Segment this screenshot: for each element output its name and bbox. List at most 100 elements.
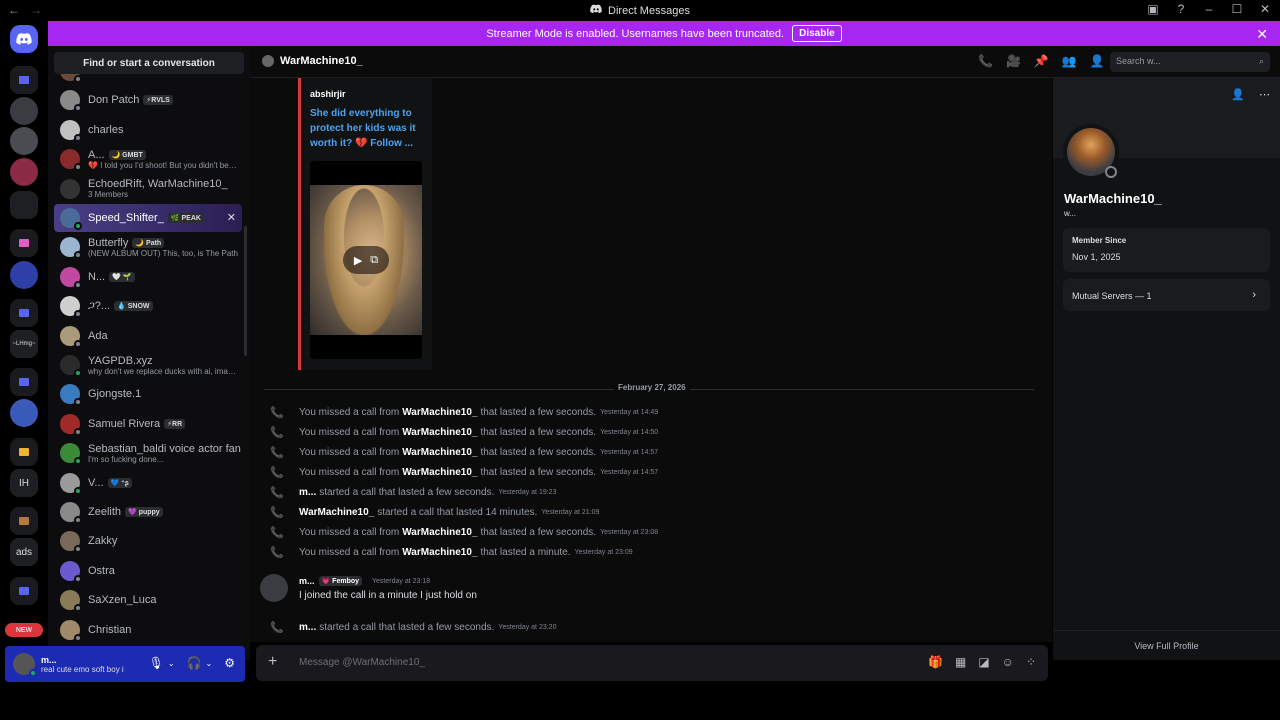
call-user[interactable]: m... [299, 622, 316, 633]
message-input[interactable]: Message @WarMachine10_ [299, 657, 425, 668]
inbox-icon[interactable]: ▣ [1146, 2, 1160, 16]
server-icon-text[interactable]: ads [10, 538, 38, 566]
server-folder-icon[interactable] [10, 299, 38, 327]
call-user[interactable]: WarMachine10_ [402, 407, 477, 418]
server-folder-icon[interactable] [10, 507, 38, 535]
chevron-down-icon[interactable]: ⌄ [206, 659, 213, 670]
server-folder-icon[interactable] [10, 66, 38, 94]
server-icon[interactable] [10, 158, 38, 186]
search-input[interactable]: Search w... ⌕ [1110, 52, 1270, 72]
call-user[interactable]: WarMachine10_ [299, 507, 374, 518]
dm-item[interactable]: Zakky [54, 527, 242, 555]
disable-button[interactable]: Disable [792, 25, 842, 42]
server-icon[interactable] [10, 97, 38, 125]
call-user[interactable]: WarMachine10_ [402, 527, 477, 538]
new-badge[interactable]: NEW [5, 623, 43, 637]
upload-plus-icon[interactable]: + [268, 653, 277, 671]
microphone-icon[interactable]: 🎙 [149, 656, 164, 670]
chat-header-tools: 📞 🎥 📌 👥 👤 [978, 54, 1105, 68]
chat-recipient[interactable]: WarMachine10_ [262, 55, 363, 67]
chevron-down-icon[interactable]: ⌄ [168, 659, 175, 670]
user-avatar[interactable] [13, 653, 37, 677]
dm-name: Christian [88, 624, 131, 636]
maximize-button[interactable]: ☐ [1230, 2, 1244, 16]
view-full-profile-button[interactable]: View Full Profile [1053, 630, 1280, 660]
gif-icon[interactable]: ▦ [955, 655, 966, 669]
dm-item[interactable]: Gjongste.1 [54, 380, 242, 408]
dm-item[interactable]: Sebastian_baldi voice actor fan I'm so fu… [54, 439, 242, 467]
video-controls[interactable]: ▶ ⧉ [343, 246, 389, 274]
server-icon[interactable] [10, 399, 38, 427]
offline-status-icon [74, 133, 82, 142]
emoji-icon[interactable]: ☺ [1002, 655, 1014, 669]
dm-item[interactable]: V... 💙 ⁺ʂ [54, 469, 242, 497]
dm-item[interactable]: Ada [54, 322, 242, 350]
dm-avatar [60, 266, 82, 289]
dm-item[interactable]: Zeelith 💜 puppy [54, 498, 242, 526]
server-icon-text[interactable] [10, 191, 38, 219]
play-icon[interactable]: ▶ [354, 254, 362, 267]
pin-icon[interactable]: 📌 [1034, 54, 1049, 68]
call-timestamp: Yesterday at 14:49 [600, 408, 659, 416]
open-external-icon[interactable]: ⧉ [370, 254, 378, 267]
direct-messages-home-button[interactable] [10, 25, 38, 53]
embed-video-thumbnail[interactable]: ▶ ⧉ [310, 161, 422, 359]
call-user[interactable]: WarMachine10_ [402, 547, 477, 558]
call-user[interactable]: WarMachine10_ [402, 467, 477, 478]
dm-item[interactable]: Christian [54, 616, 242, 644]
headphones-icon[interactable]: 🎧 [187, 656, 202, 670]
video-call-icon[interactable]: 🎥 [1006, 54, 1021, 68]
sticker-icon[interactable]: ◪ [978, 655, 989, 669]
mutual-servers-row[interactable]: Mutual Servers — 1 › [1063, 279, 1270, 311]
call-user[interactable]: WarMachine10_ [402, 447, 477, 458]
minimize-button[interactable]: – [1202, 2, 1216, 16]
user-profile-icon[interactable]: 👤 [1090, 54, 1105, 68]
message-avatar[interactable] [260, 574, 288, 602]
close-window-button[interactable]: ✕ [1258, 2, 1272, 16]
dm-item[interactable]: Ostra [54, 557, 242, 585]
find-conversation-button[interactable]: Find or start a conversation [54, 52, 244, 74]
dm-item[interactable]: A... 🌙 GMBT 💔 I told you I'd shoot! But yo… [54, 145, 242, 173]
dm-item[interactable]: ጋ?... 💧 SNOW [54, 292, 242, 320]
server-icon[interactable] [10, 127, 38, 155]
server-folder-icon[interactable] [10, 438, 38, 466]
dm-item[interactable]: N... 🤍 🌱 [54, 263, 242, 291]
embed-author[interactable]: abshirjir [310, 89, 346, 99]
dm-item[interactable]: Butterfly 🌙 Path (NEW ALBUM OUT) This, too… [54, 233, 242, 261]
close-dm-icon[interactable]: ✕ [227, 211, 236, 224]
dm-item[interactable]: Don Patch ⚡RVLS [54, 86, 242, 114]
server-icon[interactable] [10, 261, 38, 289]
dm-item[interactable]: charles [54, 116, 242, 144]
dm-scrollbar[interactable] [244, 226, 247, 356]
server-folder-icon[interactable] [10, 368, 38, 396]
message-author[interactable]: m... [299, 576, 315, 586]
dm-avatar [60, 296, 82, 319]
embed-title[interactable]: She did everything to protect her kids w… [310, 106, 426, 151]
close-icon[interactable]: ✕ [1256, 26, 1268, 43]
server-folder-icon[interactable] [10, 229, 38, 257]
more-options-icon[interactable]: ⋯ [1259, 88, 1270, 101]
dm-avatar [60, 178, 80, 199]
server-folder-icon[interactable] [10, 577, 38, 605]
call-user[interactable]: WarMachine10_ [402, 427, 477, 438]
server-tag-badge: 💧 SNOW [114, 301, 153, 312]
server-icon-text[interactable]: IH [10, 469, 38, 497]
profile-avatar[interactable] [1063, 124, 1119, 180]
dm-item[interactable]: SaXzen_Luca [54, 586, 242, 614]
dm-item[interactable]: YAGPDB.xyz why don't we replace ducks wit… [54, 351, 242, 379]
add-friends-to-dm-icon[interactable]: 👥 [1062, 54, 1077, 68]
dm-item[interactable]: EchoedRift, WarMachine10_ 3 Members [54, 175, 242, 203]
gift-icon[interactable]: 🎁 [928, 655, 943, 669]
voice-call-icon[interactable]: 📞 [978, 54, 993, 68]
gear-icon[interactable]: ⚙ [224, 656, 235, 670]
add-friend-icon[interactable]: 👤 [1231, 88, 1245, 101]
dm-item[interactable]: Samuel Rivera ⚡RR [54, 410, 242, 438]
call-user[interactable]: m... [299, 487, 316, 498]
help-icon[interactable]: ? [1174, 2, 1188, 16]
server-tag-badge: 🌿 PEAK [167, 213, 204, 223]
apps-icon[interactable]: ⁘ [1026, 655, 1036, 669]
server-icon-text[interactable]: ~LHmg~ [10, 330, 38, 358]
dm-item[interactable]: Speed_Shifter_ 🌿 PEAK ✕ [54, 204, 242, 232]
dm-name-text: N... [88, 270, 106, 283]
offline-status-icon [74, 545, 82, 554]
